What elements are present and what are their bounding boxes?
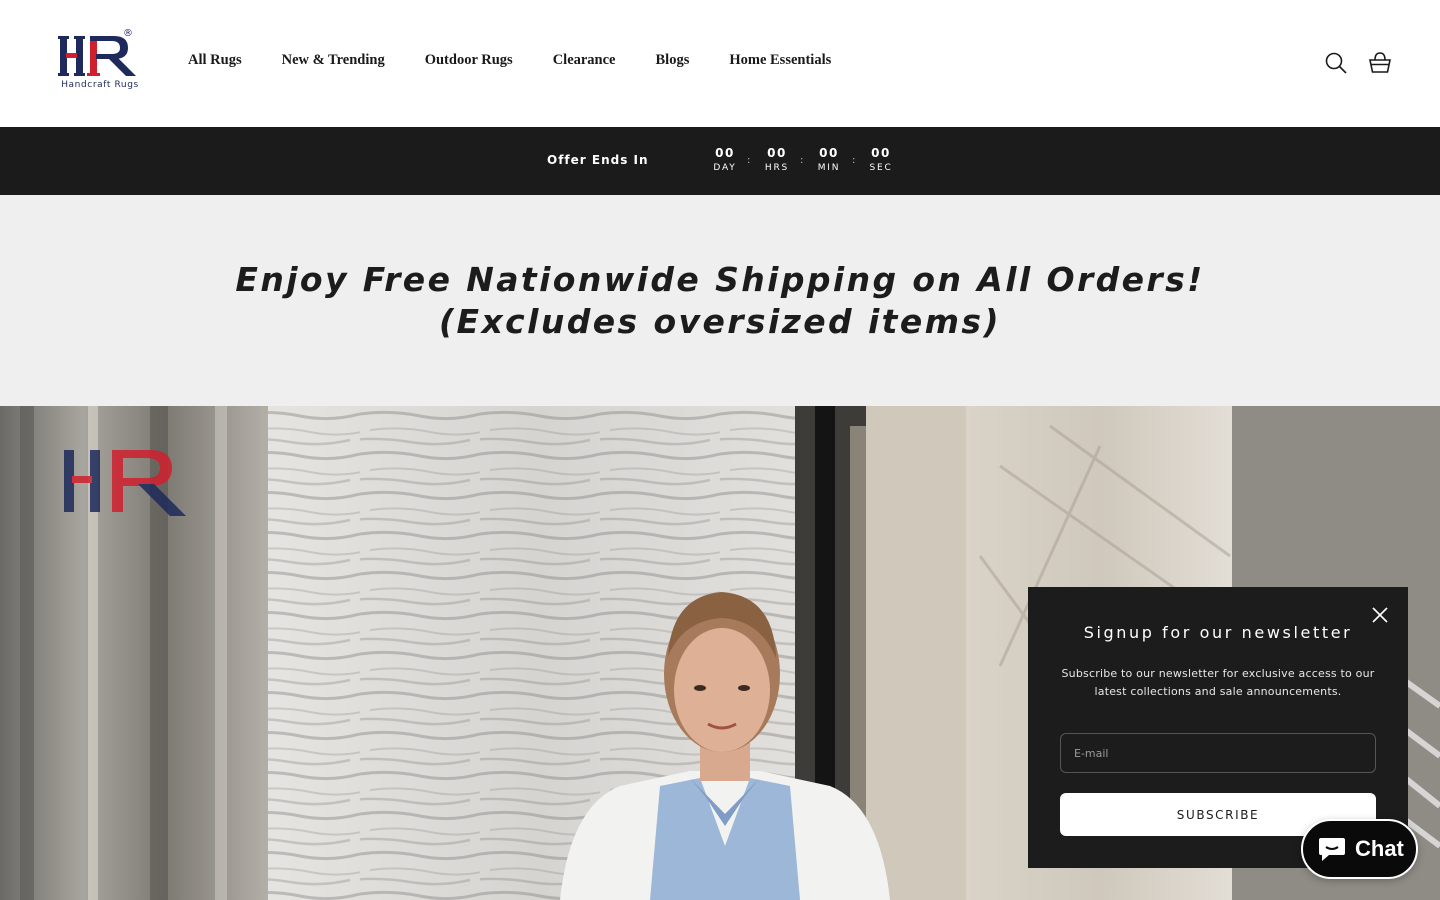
countdown-hours-value: 00: [767, 146, 787, 160]
registered-mark: ®: [123, 28, 133, 39]
countdown-minutes-label: MIN: [817, 163, 841, 173]
countdown-minutes-value: 00: [819, 146, 839, 160]
logo[interactable]: ® Handcraft Rugs: [56, 28, 144, 94]
nav-item-clearance[interactable]: Clearance: [553, 52, 616, 69]
cart-icon[interactable]: [1368, 51, 1392, 75]
newsletter-title: Signup for our newsletter: [1083, 623, 1353, 642]
nav-item-all-rugs[interactable]: All Rugs: [188, 52, 242, 69]
shipping-banner: Enjoy Free Nationwide Shipping on All Or…: [0, 195, 1440, 406]
countdown-separator: :: [747, 155, 751, 166]
countdown-hours: 00 HRS: [757, 146, 797, 173]
logo-tagline: Handcraft Rugs: [61, 80, 139, 90]
countdown-seconds: 00 SEC: [861, 146, 901, 173]
chat-bubble-icon: [1319, 838, 1345, 861]
countdown-seconds-label: SEC: [869, 163, 893, 173]
chat-label: Chat: [1355, 836, 1404, 861]
main-nav: All Rugs New & Trending Outdoor Rugs Cle…: [188, 52, 831, 69]
countdown-separator: :: [800, 155, 804, 166]
chat-button[interactable]: Chat: [1301, 819, 1418, 879]
nav-item-blogs[interactable]: Blogs: [656, 52, 690, 69]
site-header: ® Handcraft Rugs All Rugs New & Trending…: [0, 0, 1440, 127]
offer-label: Offer Ends In: [547, 153, 649, 167]
countdown-days-label: DAY: [713, 163, 737, 173]
shipping-headline: Enjoy Free Nationwide Shipping on All Or…: [235, 260, 1205, 299]
search-icon[interactable]: [1324, 51, 1348, 75]
nav-item-outdoor-rugs[interactable]: Outdoor Rugs: [425, 52, 513, 69]
email-field[interactable]: [1060, 733, 1376, 773]
shipping-subline: (Excludes oversized items): [439, 302, 1001, 341]
newsletter-description: Subscribe to our newsletter for exclusiv…: [1061, 667, 1375, 698]
countdown-hours-label: HRS: [764, 163, 790, 173]
countdown-separator: :: [852, 155, 856, 166]
countdown-days-value: 00: [715, 146, 735, 160]
nav-item-new-trending[interactable]: New & Trending: [282, 52, 385, 69]
nav-item-home-essentials[interactable]: Home Essentials: [729, 52, 831, 69]
close-icon[interactable]: [1370, 605, 1390, 625]
countdown-days: 00 DAY: [705, 146, 745, 173]
countdown-seconds-value: 00: [871, 146, 891, 160]
countdown-bar: Offer Ends In 00 DAY : 00 HRS : 00 MIN :…: [0, 127, 1440, 195]
countdown-minutes: 00 MIN: [809, 146, 849, 173]
